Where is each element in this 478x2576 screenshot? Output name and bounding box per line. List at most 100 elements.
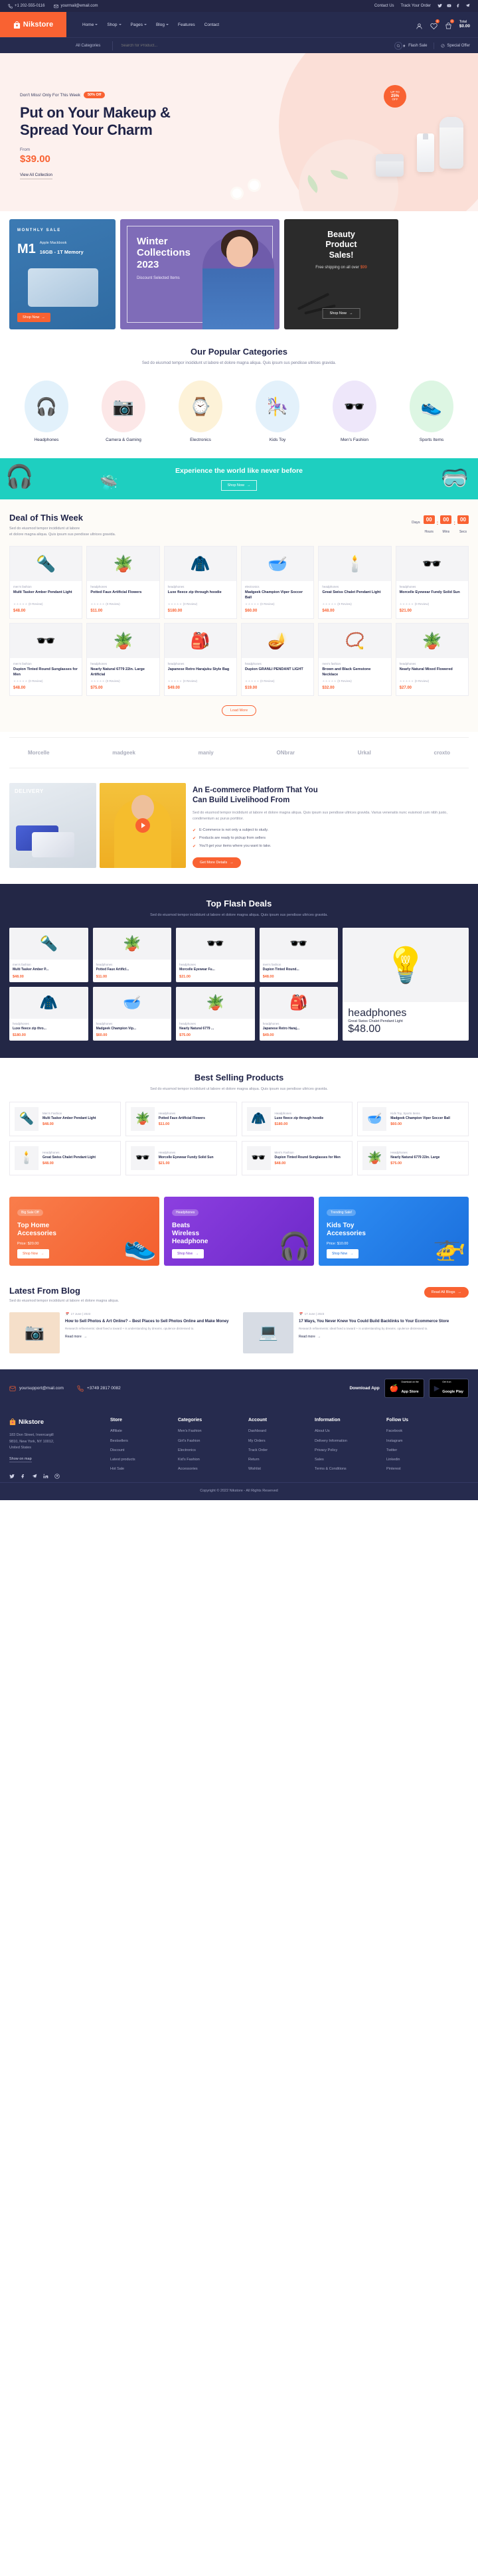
promo-card-kids-toy[interactable]: Trending Sale! Kids Toy Accessories Price…: [319, 1196, 469, 1266]
footer-link-electronics[interactable]: Electronics: [178, 1448, 239, 1453]
footer-link-bestsellers[interactable]: Bestsellers: [110, 1438, 169, 1444]
nav-item-blog[interactable]: Blog: [156, 23, 169, 27]
banner-winter-collections[interactable]: Winter Collections 2023 Discount Selecte…: [120, 219, 279, 329]
brand-logo-maniy[interactable]: maniy: [199, 750, 214, 756]
nav-item-home[interactable]: Home: [82, 23, 98, 27]
support-phone-item[interactable]: +3749 2817 0082: [77, 1385, 121, 1392]
logo[interactable]: Nikstore: [0, 12, 66, 37]
video-thumbnail[interactable]: [99, 783, 186, 869]
nav-item-features[interactable]: Features: [178, 23, 195, 27]
twitter-icon[interactable]: [9, 1470, 15, 1482]
category-item-kids-toy[interactable]: 🎠 Kids Toy: [246, 380, 309, 442]
flash-product-card[interactable]: 🥣 headphones Madgeek Champion Vip... $60.00: [92, 986, 172, 1041]
show-on-map-link[interactable]: Show on map: [9, 1457, 32, 1463]
telegram-icon[interactable]: [465, 3, 470, 9]
brand-logo-urkal[interactable]: Urkal: [358, 750, 371, 756]
flash-product-card[interactable]: 🪴 headphones Potted Faux Artificl... $11.00: [92, 928, 172, 982]
product-card[interactable]: 🎒 headphones Japanese Retro Harajuku Style…: [163, 623, 237, 697]
youtube-icon[interactable]: [447, 3, 451, 9]
footer-link-twitter[interactable]: Twitter: [386, 1448, 425, 1453]
nav-item-contact[interactable]: Contact: [204, 23, 219, 27]
footer-link-dashboard[interactable]: Dashboard: [248, 1428, 305, 1434]
footer-link-delivery-information[interactable]: Delivery Information: [315, 1438, 377, 1444]
footer-link-sales[interactable]: Sales: [315, 1457, 377, 1462]
promo-card-home-accessories[interactable]: Big Sale Off Top Home Accessories Price: …: [9, 1196, 159, 1266]
best-product-card[interactable]: 🕶️ Men's Fashion Dupion Tinted Round Sungl…: [241, 1140, 353, 1175]
app-store-button[interactable]: 🍎 Download on the App Store: [384, 1378, 424, 1399]
email-item[interactable]: yourmail@email.com: [54, 4, 98, 9]
best-product-card[interactable]: 🪴 Headphones Potted Faux Artificial Flower…: [125, 1101, 237, 1136]
flash-featured-card[interactable]: 💡 headphones Great Swiss Chalet Pendant L…: [343, 928, 469, 1041]
blog-read-more[interactable]: Read more →: [299, 1335, 449, 1339]
footer-link-privacy-policy[interactable]: Privacy Policy: [315, 1448, 377, 1453]
footer-link-accessories[interactable]: Accessories: [178, 1466, 239, 1472]
product-card[interactable]: 🪴 headphones Nearly Natural Mixed Flowered…: [395, 623, 469, 697]
track-order-link[interactable]: Track Your Order: [401, 4, 431, 8]
play-button[interactable]: [135, 818, 150, 833]
footer-link-wishlist[interactable]: Wishlist: [248, 1466, 305, 1472]
best-product-card[interactable]: 🕶️ Headphones Morcelle Eyewear Fundy Solid…: [125, 1140, 237, 1175]
best-product-card[interactable]: 🔦 Men's Fashion Multi Tasker Amber Pendant…: [9, 1101, 121, 1136]
category-item-mens-fashion[interactable]: 🕶️ Men's Fashion: [323, 380, 386, 442]
footer-link-linkedin[interactable]: Linkedin: [386, 1457, 425, 1462]
promo-button[interactable]: Shop Now →: [172, 1248, 204, 1258]
blog-read-more[interactable]: Read more →: [65, 1335, 229, 1339]
pinterest-icon[interactable]: [54, 1470, 60, 1482]
banner-monthly-button[interactable]: Shop Now →: [17, 313, 50, 322]
blog-cta-button[interactable]: Read All Blogs →: [424, 1286, 469, 1298]
user-account-icon[interactable]: [416, 21, 423, 29]
category-item-sports-items[interactable]: 👟 Sports Items: [400, 380, 463, 442]
product-card[interactable]: 🪴 headphones Potted Faux Artificial Flower…: [86, 546, 160, 620]
category-select[interactable]: All Categories: [66, 41, 114, 50]
footer-link-mens-fashion[interactable]: Men's Fashion: [178, 1428, 239, 1434]
footer-link-about-us[interactable]: About Us: [315, 1428, 377, 1434]
footer-link-girls-fashion[interactable]: Girl's Fashion: [178, 1438, 239, 1444]
facebook-icon[interactable]: [21, 1470, 26, 1482]
wishlist-icon[interactable]: 0: [430, 19, 439, 29]
product-card[interactable]: 🧥 headphones Luxe fleece zip through hoodi…: [163, 546, 237, 620]
ecom-cta-button[interactable]: Get More Details →: [193, 857, 241, 869]
category-item-electronics[interactable]: ⌚ Electronics: [169, 380, 232, 442]
footer-link-instagram[interactable]: Instagram: [386, 1438, 425, 1444]
footer-link-track-order[interactable]: Track Order: [248, 1448, 305, 1453]
blog-post[interactable]: 💻 📅 17 June | 2023 17 Ways, You Never Kne…: [243, 1312, 469, 1353]
product-card[interactable]: 🕶️ headphones Morcelle Eyewear Fundy Solid…: [395, 546, 469, 620]
footer-link-kids-fashion[interactable]: Kid's Fashion: [178, 1457, 239, 1462]
promo-button[interactable]: Shop Now →: [17, 1248, 50, 1258]
footer-link-terms-conditions[interactable]: Terms & Conditions: [315, 1466, 377, 1472]
category-item-camera-gaming[interactable]: 📷 Camera & Gaming: [92, 380, 155, 442]
search-input[interactable]: [121, 43, 254, 48]
best-product-card[interactable]: 🧥 Headphones Luxe fleece zip through hoodi…: [241, 1101, 353, 1136]
load-more-button[interactable]: Load More: [221, 705, 257, 717]
google-play-button[interactable]: ▶ Get it on Google Play: [428, 1378, 469, 1399]
brand-logo-croxto[interactable]: croxto: [434, 750, 450, 756]
nav-item-pages[interactable]: Pages: [131, 23, 147, 27]
best-product-card[interactable]: 🕯️ Headphones Great Swiss Chalet Pendant L…: [9, 1140, 121, 1175]
product-card[interactable]: 🔦 men's fashion Multi Tasker Amber Pendant…: [9, 546, 83, 620]
product-card[interactable]: 🥣 electronics Madgeek Champion Viper Socce…: [241, 546, 315, 620]
banner-beauty-sales[interactable]: Beauty Product Sales! Free shipping on a…: [284, 219, 398, 329]
contact-us-link[interactable]: Contact Us: [374, 4, 394, 8]
cart-icon[interactable]: 0: [445, 19, 454, 29]
promo-card-headphone[interactable]: Headphones BeatsWirelessHeadphone Price:…: [164, 1196, 314, 1266]
search-button[interactable]: [394, 41, 403, 50]
blog-post[interactable]: 📷 📅 17 June | 2023 How to Sell Photos & A…: [9, 1312, 235, 1353]
flash-product-card[interactable]: 🔦 men's fashion Multi Tasker Amber P... $48…: [9, 928, 88, 982]
flash-product-card[interactable]: 🪴 headphones Nearly Natural 6779 ... $75.00: [176, 986, 255, 1041]
flash-sale-link[interactable]: Flash Sale: [402, 44, 427, 48]
cart-total-block[interactable]: Total $0.00: [459, 20, 470, 30]
footer-link-facebook[interactable]: Facebook: [386, 1428, 425, 1434]
product-card[interactable]: 🕶️ men's fashion Dupion Tinted Round Sungl…: [9, 623, 83, 697]
brand-logo-onbrar[interactable]: ONbrar: [276, 750, 295, 756]
product-card[interactable]: 🪔 headphones Dupion GRANLI PENDANT LIGHT ★★…: [241, 623, 315, 697]
brand-logo-morcelle[interactable]: Morcelle: [28, 750, 49, 756]
vr-shop-button[interactable]: Shop Now →: [220, 479, 258, 491]
footer-logo[interactable]: Nikstore: [9, 1418, 101, 1426]
best-product-card[interactable]: 🥣 Kids Toy, Sports Items Madgeek Champion …: [357, 1101, 469, 1136]
banner-monthly-sale[interactable]: MONTHLY SALE M1 Apple Mackbook 16GB - 1T…: [9, 219, 116, 329]
special-offer-link[interactable]: Special Offer: [441, 44, 470, 48]
footer-link-affiliate[interactable]: Affiliate: [110, 1428, 169, 1434]
nav-item-shop[interactable]: Shop: [107, 23, 121, 27]
brand-logo-madgeek[interactable]: madgeek: [112, 750, 135, 756]
footer-link-hot-sale[interactable]: Hot Sale: [110, 1466, 169, 1472]
